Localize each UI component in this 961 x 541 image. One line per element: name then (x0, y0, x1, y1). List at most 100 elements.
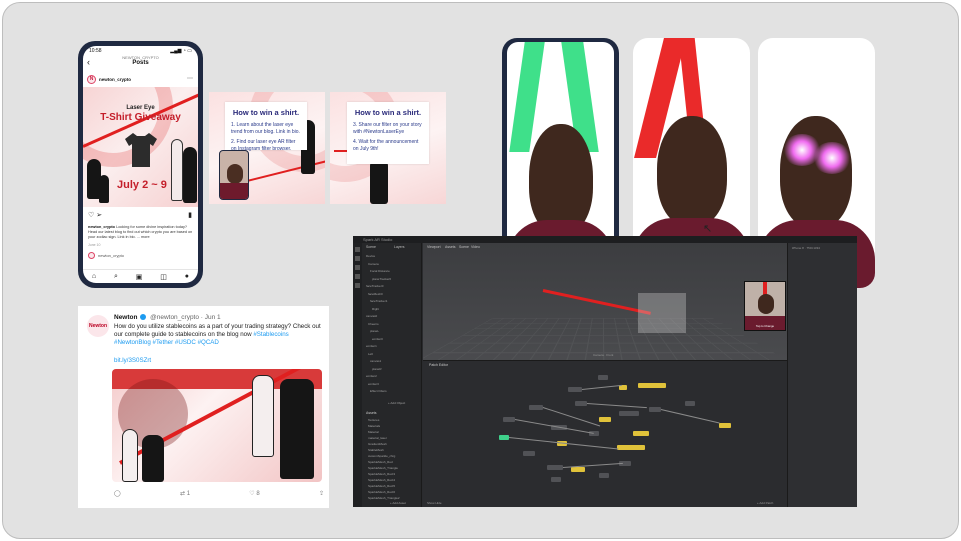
patch-node[interactable] (633, 431, 649, 436)
shop-icon[interactable]: ◫ (160, 273, 167, 281)
asset-item[interactable]: SparkleMesh_Rect4 (368, 478, 395, 482)
asset-item[interactable]: SparkleMesh_Rect3 (368, 472, 395, 476)
post-username[interactable]: newton_crypto (99, 77, 131, 82)
add-object-button[interactable]: + Add Object (388, 401, 405, 405)
scene-tree-item[interactable]: emitter2 (366, 374, 377, 378)
giveaway-post-image[interactable]: Laser Eye T-Shirt Giveaway July 2 ~ 9 (83, 87, 198, 207)
author-handle[interactable]: @newton_crypto · Jun 1 (150, 314, 221, 321)
avatar[interactable]: N (87, 75, 96, 84)
search-icon[interactable]: ⌕ (114, 273, 118, 281)
patch-node[interactable] (617, 445, 645, 450)
retweet-control[interactable]: ⇄ 1 (180, 490, 190, 497)
patch-node[interactable] (499, 435, 509, 440)
reels-icon[interactable]: ▣ (136, 273, 143, 281)
patch-node[interactable] (529, 405, 543, 410)
tweet-link[interactable]: bit.ly/3S0SZrt (114, 357, 151, 364)
share-send-icon[interactable]: ➢ (96, 212, 102, 219)
patch-node[interactable] (568, 387, 582, 392)
scene-tree-item[interactable]: faceTracker1 (370, 299, 387, 303)
bookmark-icon[interactable]: ▮ (188, 211, 192, 219)
asset-item[interactable]: StableMesh (368, 448, 384, 452)
asset-item[interactable]: material_laser (368, 436, 387, 440)
patch-node[interactable] (575, 401, 587, 406)
scene-tree-item[interactable]: Camera (368, 262, 379, 266)
patch-node[interactable] (598, 375, 608, 380)
viewport-tab[interactable]: Assets (445, 245, 456, 249)
viewport-tab[interactable]: Video (471, 245, 480, 249)
tweet-card[interactable]: Newton Newton @newton_crypto · Jun 1 How… (78, 306, 329, 508)
patch-node[interactable] (571, 467, 585, 472)
scene-tree-item[interactable]: Device (366, 254, 375, 258)
scene-tree-item[interactable]: faceMesh0 (368, 292, 383, 296)
patch-node[interactable] (599, 417, 611, 422)
add-patch-button[interactable]: + Add Patch (757, 501, 773, 505)
author-name[interactable]: Newton (114, 314, 137, 321)
shirt-graphic (220, 183, 249, 199)
patch-node[interactable] (638, 383, 666, 388)
simulator-preview[interactable]: Tap to Change (744, 281, 786, 331)
patch-node[interactable] (547, 465, 563, 470)
scene-tree-item[interactable]: emitter3 (368, 382, 379, 386)
comment-username[interactable]: newton_crypto (98, 253, 124, 258)
scene-tree-item[interactable]: Right (372, 307, 379, 311)
scene-tree-item[interactable]: planeR (372, 367, 382, 371)
asset-item[interactable]: SparkleMesh_Triangle (368, 466, 398, 470)
patch-node[interactable] (685, 401, 695, 406)
tweet-media[interactable] (112, 369, 322, 482)
preview-plane-object[interactable] (638, 293, 686, 333)
patch-node[interactable] (523, 451, 535, 456)
scene-tree-item[interactable]: Focal Distance (370, 269, 390, 273)
like-heart-icon[interactable]: ♡ (88, 212, 94, 219)
avatar[interactable]: Newton (87, 315, 109, 337)
viewport-tab[interactable]: Viewport (427, 245, 441, 249)
scene-tree-item[interactable]: emitter1 (366, 344, 377, 348)
scene-tree-item[interactable]: planeTracker0 (372, 277, 391, 281)
toolbar-icon[interactable] (355, 274, 360, 279)
patch-node[interactable] (551, 477, 561, 482)
toolbar-icon[interactable] (355, 247, 360, 252)
asset-item[interactable]: SparkleMesh_Rect5 (368, 484, 395, 488)
3d-viewport[interactable]: Viewport Assets Scene Video Camera · Fro… (423, 243, 787, 360)
patch-node[interactable] (619, 411, 639, 416)
add-asset-button[interactable]: + Add Asset (390, 501, 406, 505)
toolbar-icon[interactable] (355, 283, 360, 288)
tab-layers[interactable]: Layers (394, 245, 405, 249)
home-icon[interactable]: ⌂ (92, 273, 96, 280)
tab-scene[interactable]: Scene (366, 245, 376, 249)
patch-editor[interactable]: Patch Editor Show Hide + Add Patch (423, 360, 787, 507)
like-control[interactable]: ♡ 8 (249, 490, 259, 497)
scene-tree-item[interactable]: canvas1 (370, 359, 381, 363)
caption-handle[interactable]: newton_crypto (88, 225, 115, 229)
scene-tree-item[interactable]: planeL (370, 329, 379, 333)
scene-tree-item[interactable]: faceTracker0 (366, 284, 383, 288)
scene-tree-item[interactable]: Cheerio (368, 322, 379, 326)
asset-item[interactable]: Materials (368, 424, 380, 428)
asset-item[interactable]: customSparkle_chrg (368, 454, 395, 458)
asset-item[interactable]: GradientMesh (368, 442, 387, 446)
viewport-tab[interactable]: Scene (459, 245, 469, 249)
scene-tree-item[interactable]: canvas0 (366, 314, 377, 318)
share-icon[interactable]: ⇪ (319, 490, 324, 497)
toolbar-icon[interactable] (355, 256, 360, 261)
patch-node[interactable] (719, 423, 731, 428)
patch-node[interactable] (649, 407, 661, 412)
scene-tree-item[interactable]: Left (368, 352, 373, 356)
show-hide-toggle[interactable]: Show Hide (427, 501, 442, 505)
carousel-slide-2[interactable]: How to win a shirt. 1. Learn about the l… (209, 92, 325, 204)
patch-node[interactable] (599, 473, 609, 478)
asset-item[interactable]: Textures (368, 418, 379, 422)
patch-node[interactable] (619, 385, 627, 390)
reply-icon[interactable]: ◯ (114, 490, 121, 497)
scene-tree-item[interactable]: Effect Filters (370, 389, 387, 393)
patch-node[interactable] (503, 417, 515, 422)
asset-item[interactable]: SparkleMesh_Triangle2 (368, 496, 400, 500)
asset-item[interactable]: SparkleMesh_Rect6 (368, 490, 395, 494)
toolbar-icon[interactable] (355, 265, 360, 270)
laser-object[interactable] (543, 289, 651, 315)
more-options-icon[interactable]: ⋯ (187, 75, 193, 82)
profile-icon[interactable]: ● (185, 273, 189, 280)
scene-tree-item[interactable]: emitter0 (372, 337, 383, 341)
asset-item[interactable]: SparkleMesh_Red (368, 460, 393, 464)
carousel-slide-3[interactable]: How to win a shirt. 3. Share our filter … (330, 92, 446, 204)
asset-item[interactable]: Material (368, 430, 379, 434)
